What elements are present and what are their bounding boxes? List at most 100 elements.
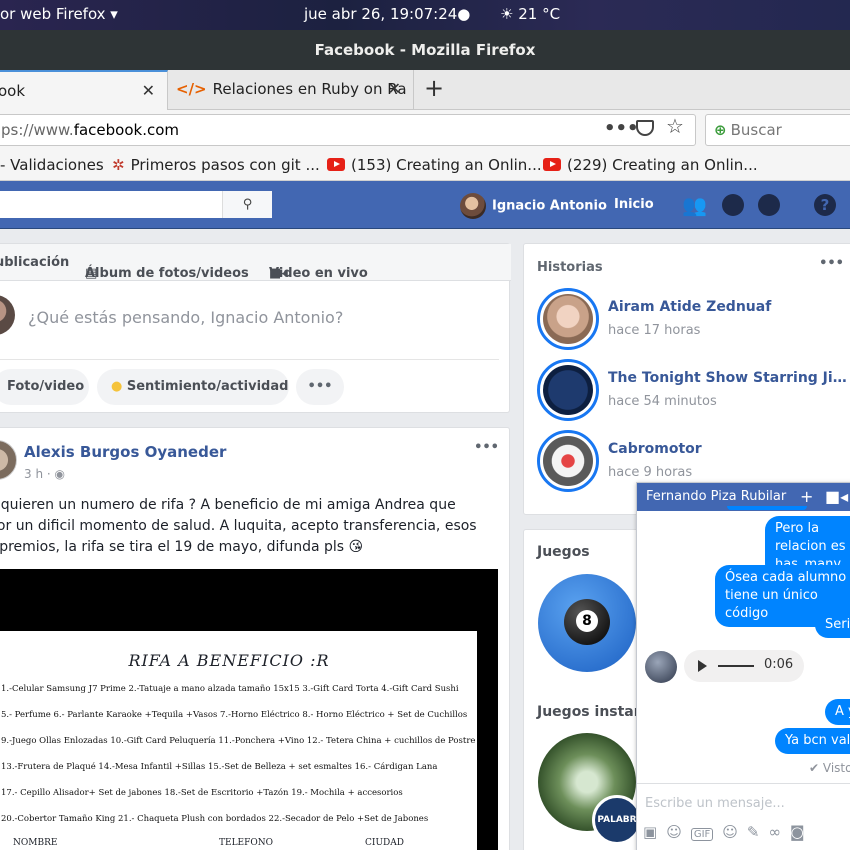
youtube-icon — [327, 158, 345, 171]
post-line: los premios, la rifa se tira el 19 de ma… — [0, 539, 364, 555]
search-engine-icon: ⊕ — [714, 121, 727, 139]
tab-label: Video en vivo — [269, 266, 368, 281]
composer-input[interactable]: ¿Qué estás pensando, Ignacio Antonio? — [28, 308, 343, 327]
raffle-row: 13.-Frutera de Plaqué 14.-Mesa Infantil … — [1, 762, 438, 772]
tab-label: ook — [0, 82, 26, 100]
post-author[interactable]: Alexis Burgos Oyaneder — [24, 443, 226, 461]
navigation-bar: ps://www.facebook.com ••• ☆ ⊕ Buscar — [0, 110, 850, 150]
8-ball-game-icon[interactable]: 8 — [538, 574, 636, 672]
message-bubble: Seria — [815, 612, 850, 638]
raffle-column-name: NOMBRE — [13, 838, 58, 848]
clock[interactable]: jue abr 26, 19:07:24● — [304, 5, 470, 23]
post-line: a por un dificil momento de salud. A luq… — [0, 518, 477, 534]
composer-tabs: ublicación ▤ Álbum de fotos/videos ■◂ Vi… — [0, 244, 511, 281]
feeling-activity-button[interactable]: ● Sentimiento/actividad — [97, 369, 289, 405]
friend-requests-icon[interactable]: 👥 — [682, 193, 707, 217]
git-icon: ✲ — [112, 156, 125, 174]
bookmark-youtube-229[interactable]: (229) Creating an Onlin... — [543, 156, 758, 174]
story-name: The Tonight Show Starring Jimmy Fallon — [608, 370, 850, 386]
photo-video-button[interactable]: Foto/video — [0, 369, 89, 405]
weather-indicator[interactable]: ☀ 21 °C — [500, 5, 560, 23]
story-item[interactable]: The Tonight Show Starring Jimmy Fallon h… — [537, 359, 850, 421]
help-icon[interactable]: ? — [814, 194, 836, 216]
camera-icon[interactable]: ◙ — [790, 823, 805, 841]
sticker-icon[interactable]: ☺ — [666, 823, 682, 841]
more-options-button[interactable]: ••• — [296, 369, 344, 405]
raffle-column-city: CIUDAD — [365, 838, 404, 848]
seen-indicator: ✔ Visto — [809, 761, 850, 775]
link-icon[interactable]: ∞ — [769, 823, 782, 841]
story-name: Cabromotor — [608, 441, 702, 457]
smiley-icon: ● — [111, 379, 127, 394]
story-time: hace 54 minutos — [608, 394, 717, 409]
bookmark-star-icon[interactable]: ☆ — [666, 114, 684, 138]
sun-icon: ☀ — [500, 5, 519, 23]
avatar — [0, 295, 15, 335]
app-menu[interactable]: or web Firefox ▾ — [0, 5, 118, 23]
bookmarks-toolbar: - Validaciones ✲ Primeros pasos con git .… — [0, 150, 850, 181]
palabras-game-icon[interactable]: PALABR — [592, 795, 642, 845]
tab-create-post[interactable]: ublicación — [0, 255, 69, 270]
post-composer: ublicación ▤ Álbum de fotos/videos ■◂ Vi… — [0, 243, 511, 413]
tab-relaciones-ruby[interactable]: </> Relaciones en Ruby on Ra ✕ — [168, 70, 414, 110]
attachment-icon[interactable]: ✎ — [747, 823, 760, 841]
url-bar[interactable]: ps://www.facebook.com — [0, 114, 696, 146]
more-icon[interactable]: ••• — [819, 256, 844, 271]
profile-link[interactable]: Ignacio Antonio — [460, 193, 607, 219]
pill-label: Sentimiento/actividad — [126, 379, 289, 394]
raffle-sheet: RIFA A BENEFICIO :R 1.-Celular Samsung J… — [0, 631, 477, 850]
post-timestamp[interactable]: 3 h · ◉ — [24, 467, 65, 481]
bookmark-youtube-153[interactable]: (153) Creating an Onlin... — [327, 156, 542, 174]
post-options-icon[interactable]: ••• — [474, 440, 499, 455]
story-avatar — [537, 359, 599, 421]
raffle-row: 5.- Perfume 6.- Parlante Karaoke +Tequil… — [1, 710, 468, 720]
raffle-row: 17.- Cepillo Alisador+ Set de jabones 18… — [1, 788, 403, 798]
close-icon[interactable]: ✕ — [142, 72, 155, 110]
window-title: Facebook - Mozilla Firefox — [0, 30, 850, 70]
new-tab-button[interactable]: + — [424, 74, 444, 102]
search-icon[interactable]: ⚲ — [222, 191, 272, 218]
emoji-icon[interactable]: ☺ — [722, 823, 738, 841]
post-line: ros quieren un numero de rifa ? A benefi… — [0, 497, 456, 513]
messenger-icon[interactable] — [722, 194, 744, 216]
avatar — [645, 651, 677, 683]
photo-icon[interactable]: ▣ — [643, 823, 657, 841]
post-text: ros quieren un numero de rifa ? A benefi… — [0, 495, 495, 558]
divider — [0, 359, 499, 360]
seen-text: Visto — [822, 761, 850, 775]
url-prefix: ps://www. — [1, 121, 74, 139]
avatar[interactable] — [0, 440, 17, 480]
games-title: Juegos — [537, 544, 590, 560]
bookmark-validaciones[interactable]: - Validaciones — [0, 156, 104, 174]
page-actions-icon[interactable]: ••• — [604, 118, 639, 139]
notifications-globe-icon[interactable] — [758, 194, 780, 216]
search-input[interactable]: ⊕ Buscar — [705, 114, 850, 146]
chat-window: Fernando Piza Rubilar + ■◂ Pero la relac… — [636, 482, 850, 850]
system-top-bar: or web Firefox ▾ jue abr 26, 19:07:24● ☀… — [0, 0, 850, 30]
close-icon[interactable]: ✕ — [388, 70, 401, 108]
play-icon[interactable] — [698, 660, 707, 672]
story-time: hace 9 horas — [608, 465, 693, 480]
message-input[interactable]: Escribe un mensaje... — [645, 796, 785, 811]
gif-icon[interactable]: GIF — [690, 828, 714, 841]
home-link[interactable]: Inicio — [614, 197, 654, 212]
audio-track[interactable] — [718, 665, 754, 667]
message-bubble: A y — [825, 699, 850, 725]
story-item[interactable]: Airam Atide Zednuaf hace 17 horas — [537, 288, 850, 350]
post-image[interactable]: RIFA A BENEFICIO :R 1.-Celular Samsung J… — [0, 569, 498, 850]
url-domain: facebook.com — [73, 121, 180, 139]
bookmark-git[interactable]: ✲ Primeros pasos con git ... — [112, 156, 320, 174]
story-avatar — [537, 288, 599, 350]
facebook-search-input[interactable]: ⚲ — [0, 191, 272, 218]
tab-label: Relaciones en Ruby on Ra — [212, 80, 407, 98]
chat-contact-name[interactable]: Fernando Piza Rubilar — [646, 489, 786, 504]
video-call-icon[interactable]: ■◂ — [825, 483, 848, 511]
search-placeholder: Buscar — [730, 121, 782, 139]
raffle-title: RIFA A BENEFICIO :R — [128, 651, 330, 670]
post-time-text: 3 h · — [24, 467, 55, 481]
bookmark-label: Primeros pasos con git ... — [130, 156, 320, 174]
message-bubble-cut — [727, 506, 807, 510]
audio-message[interactable]: 0:06 — [684, 650, 804, 682]
tab-facebook[interactable]: ook ✕ — [0, 70, 168, 110]
check-icon: ✔ — [809, 761, 823, 775]
